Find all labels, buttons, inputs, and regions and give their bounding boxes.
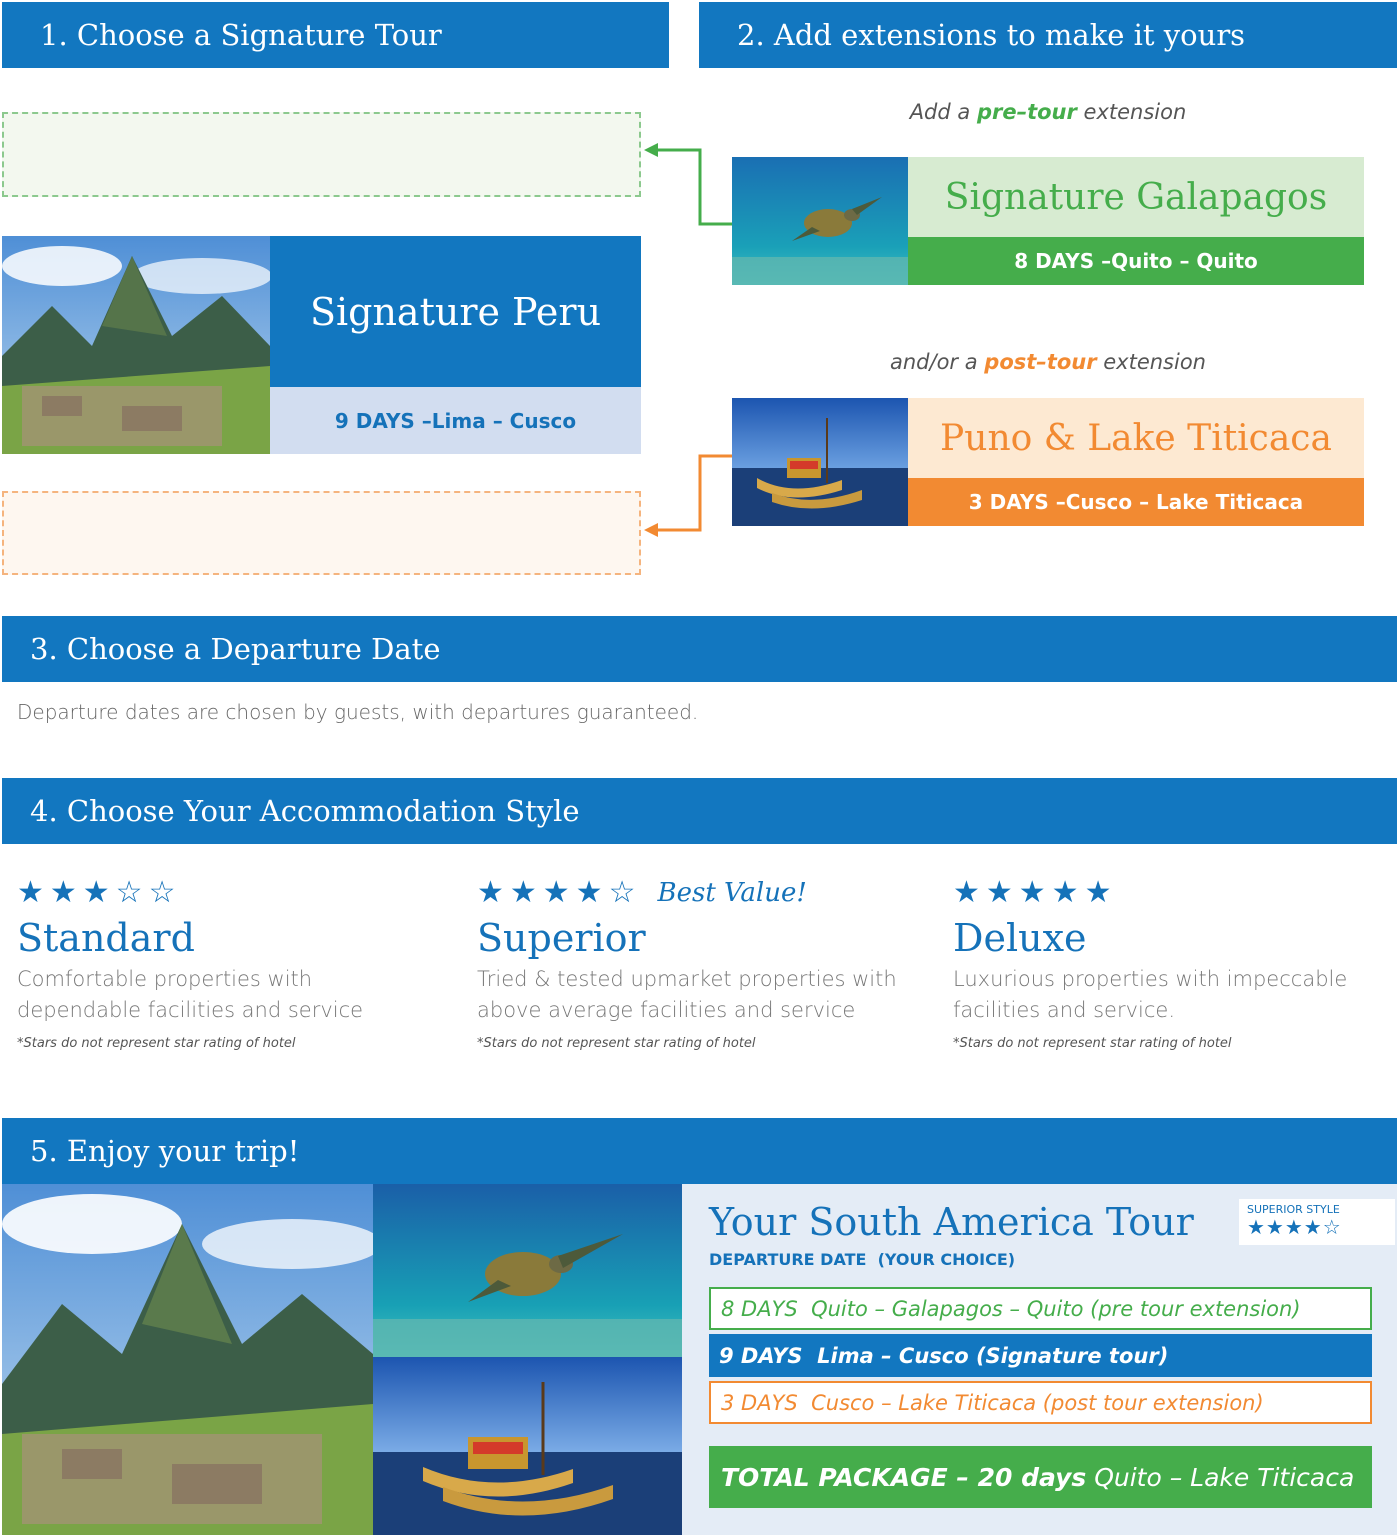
accommodation-description: Tried & tested upmarket properties with … <box>477 967 897 1022</box>
main-tour-name: Signature Peru <box>309 289 602 334</box>
accommodation-superior[interactable]: ★★★★☆ Best Value! Superior Tried & teste… <box>477 875 897 1051</box>
step5-title: 5. Enjoy your trip! <box>30 1134 300 1168</box>
departure-text: Departure dates are chosen by guests, wi… <box>17 700 699 724</box>
pre-tour-days: 8 DAYS –Quito – Quito <box>1014 249 1258 273</box>
star-icon: ★★★☆☆ <box>17 875 182 910</box>
main-tour-name-box[interactable]: Signature Peru <box>270 236 641 387</box>
best-value-badge: Best Value! <box>657 877 807 908</box>
machu-picchu-photo <box>2 236 270 454</box>
pre-tour-highlight: pre–tour <box>976 100 1077 124</box>
step1-header: 1. Choose a Signature Tour <box>2 2 669 68</box>
main-tour-days-box: 9 DAYS –Lima – Cusco <box>270 387 641 454</box>
accommodation-name: Superior <box>477 916 646 960</box>
turtle-photo <box>373 1184 682 1357</box>
accommodation-footnote: *Stars do not represent star rating of h… <box>953 1036 1232 1051</box>
post-tour-highlight: post–tour <box>984 350 1097 374</box>
total-package-route: Quito – Lake Titicaca <box>1094 1462 1355 1492</box>
accommodation-standard[interactable]: ★★★☆☆ Standard Comfortable properties wi… <box>17 875 437 1051</box>
total-package-bar: TOTAL PACKAGE – 20 days Quito – Lake Tit… <box>709 1446 1372 1508</box>
star-icon: ★★★★☆ <box>477 875 642 910</box>
step3-header: 3. Choose a Departure Date <box>2 616 1397 682</box>
arrow-left-icon <box>644 454 732 537</box>
step2-header: 2. Add extensions to make it yours <box>699 2 1397 68</box>
accommodation-footnote: *Stars do not represent star rating of h… <box>17 1036 296 1051</box>
accommodation-footnote: *Stars do not represent star rating of h… <box>477 1036 756 1051</box>
machu-picchu-photo <box>2 1184 373 1535</box>
turtle-photo <box>732 157 908 285</box>
accommodation-deluxe[interactable]: ★★★★★ Deluxe Luxurious properties with i… <box>953 875 1373 1051</box>
post-tour-days: 3 DAYS –Cusco – Lake Titicaca <box>968 490 1304 514</box>
post-tour-name-box[interactable]: Puno & Lake Titicaca <box>908 398 1364 478</box>
itinerary-line-post: 3 DAYS Cusco – Lake Titicaca (post tour … <box>709 1381 1372 1424</box>
itinerary-line-pre: 8 DAYS Quito – Galapagos – Quito (pre to… <box>709 1287 1372 1330</box>
step1-title: 1. Choose a Signature Tour <box>40 18 442 52</box>
star-icon: ★★★★☆ <box>1247 1215 1342 1239</box>
step4-header: 4. Choose Your Accommodation Style <box>2 778 1397 844</box>
itinerary-line-main: 9 DAYS Lima – Cusco (Signature tour) <box>709 1334 1372 1377</box>
step3-title: 3. Choose a Departure Date <box>30 632 441 666</box>
accommodation-description: Luxurious properties with impeccable fac… <box>953 967 1348 1022</box>
main-tour-days: 9 DAYS –Lima – Cusco <box>334 408 577 433</box>
post-tour-dropzone <box>2 491 641 575</box>
pre-tour-note: Add a pre–tour extension <box>909 100 1187 124</box>
arrow-left-icon <box>644 143 732 226</box>
accommodation-name: Deluxe <box>953 916 1087 960</box>
pre-tour-name-box[interactable]: Signature Galapagos <box>908 157 1364 237</box>
summary-departure: DEPARTURE DATE (YOUR CHOICE) <box>709 1250 1016 1269</box>
post-tour-note: and/or a post–tour extension <box>889 350 1206 374</box>
post-tour-days-box: 3 DAYS –Cusco – Lake Titicaca <box>908 478 1364 526</box>
total-package-label: TOTAL PACKAGE – 20 days <box>721 1462 1087 1492</box>
pre-tour-days-box: 8 DAYS –Quito – Quito <box>908 237 1364 285</box>
style-badge: SUPERIOR STYLE ★★★★☆ <box>1239 1199 1395 1245</box>
summary-title: Your South America Tour <box>709 1200 1194 1244</box>
accommodation-description: Comfortable properties with dependable f… <box>17 967 364 1022</box>
star-icon: ★★★★★ <box>953 875 1118 910</box>
reed-boat-photo <box>373 1357 682 1535</box>
accommodation-name: Standard <box>17 916 195 960</box>
post-tour-name: Puno & Lake Titicaca <box>940 417 1332 459</box>
step5-header: 5. Enjoy your trip! <box>2 1118 1397 1184</box>
pre-tour-name: Signature Galapagos <box>944 176 1328 218</box>
reed-boat-photo <box>732 398 908 526</box>
step4-title: 4. Choose Your Accommodation Style <box>30 794 580 828</box>
pre-tour-dropzone <box>2 112 641 197</box>
step2-title: 2. Add extensions to make it yours <box>737 18 1246 52</box>
